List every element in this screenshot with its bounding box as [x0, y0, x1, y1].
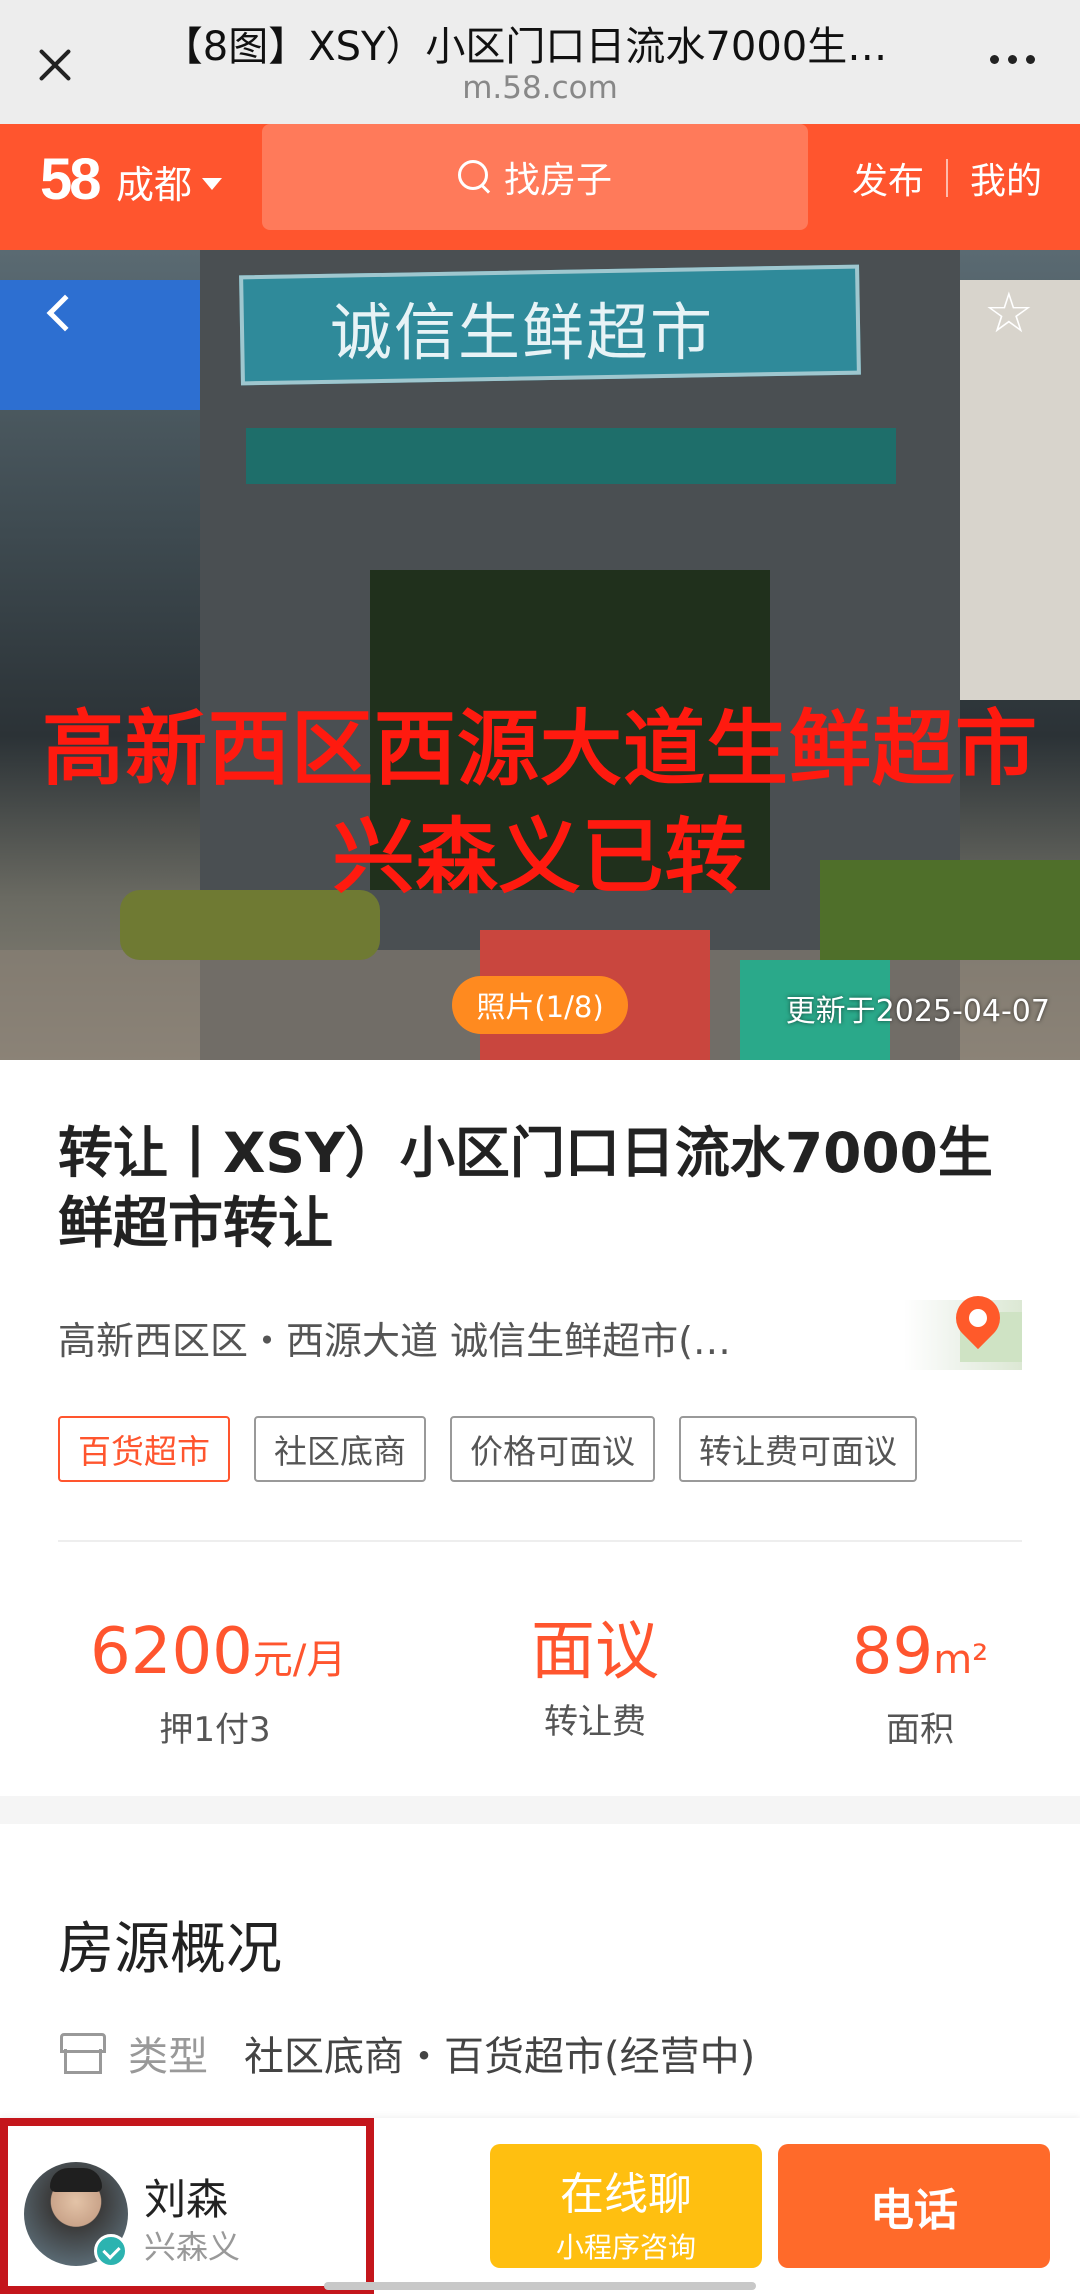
- tag-list: 百货超市 社区底商 价格可面议 转让费可面议: [58, 1416, 917, 1482]
- page-domain: m.58.com: [462, 70, 618, 106]
- tag-item: 社区底商: [254, 1416, 426, 1482]
- city-label: 成都: [116, 163, 193, 207]
- publish-link[interactable]: 发布: [852, 152, 924, 204]
- area-unit: m²: [933, 1637, 989, 1683]
- nav-divider: [945, 159, 948, 197]
- chat-button-label: 在线聊: [560, 2169, 692, 2220]
- agent-name: 刘森: [144, 2175, 229, 2224]
- divider: [58, 1540, 1022, 1542]
- city-selector[interactable]: 成都: [116, 154, 223, 209]
- section-title: 房源概况: [58, 1917, 282, 1982]
- type-key: 类型: [128, 2034, 208, 2080]
- search-icon: [457, 160, 492, 194]
- rent-value: 6200: [90, 1615, 253, 1689]
- tag-item: 转让费可面议: [679, 1416, 917, 1482]
- chat-button-sublabel: 小程序咨询: [555, 2231, 696, 2264]
- search-box[interactable]: 找房子: [262, 124, 808, 230]
- favorite-star-icon[interactable]: ☆: [984, 286, 1034, 342]
- overview-section: 房源概况 类型 社区底商・百货超市(经营中): [0, 1824, 1080, 2124]
- listing-title: 转让丨XSY）小区门口日流水7000生鲜超市转让: [58, 1121, 993, 1255]
- home-indicator: [324, 2282, 756, 2290]
- listing-info-card: 转让丨XSY）小区门口日流水7000生鲜超市转让 高新西区区・西源大道 诚信生鲜…: [0, 1060, 1080, 1796]
- map-thumbnail[interactable]: [904, 1286, 1022, 1370]
- browser-title-bar: 【8图】XSY）小区门口日流水7000生… m.58.com: [0, 0, 1080, 124]
- rent-unit: 元/月: [252, 1637, 347, 1683]
- search-placeholder: 找房子: [503, 160, 612, 201]
- photo-overlay-line1: 高新西区西源大道生鲜超市: [41, 702, 1038, 797]
- agent-company: 兴森义: [144, 2228, 241, 2266]
- nav-links: 发布 我的: [852, 152, 1042, 204]
- area-label: 面积: [886, 1710, 954, 1750]
- listing-address[interactable]: 高新西区区・西源大道 诚信生鲜超市(…: [58, 1310, 878, 1365]
- area-stat: 89m² 面积: [800, 1612, 1040, 1751]
- transfer-fee-label: 转让费: [544, 1702, 646, 1742]
- area-value: 89: [851, 1615, 934, 1689]
- rent-label: 押1付3: [159, 1710, 271, 1750]
- site-logo[interactable]: 58: [40, 146, 101, 213]
- site-nav: 58 成都 找房子 发布 我的: [0, 124, 1080, 250]
- type-row: 类型 社区底商・百货超市(经营中): [58, 2024, 755, 2082]
- key-stats: 6200元/月 押1付3 面议 转让费 89m² 面积: [0, 1612, 1080, 1752]
- photo-counter-badge[interactable]: 照片(1/8): [452, 976, 628, 1034]
- bottom-action-bar: 刘森 兴森义 在线聊 小程序咨询 电话: [0, 2118, 1080, 2294]
- transfer-fee-stat: 面议 转让费: [460, 1612, 730, 1743]
- more-options-icon[interactable]: [990, 44, 1050, 74]
- rent-stat: 6200元/月 押1付3: [90, 1612, 346, 1751]
- transfer-fee-value: 面议: [531, 1615, 659, 1689]
- photo-awning: [246, 428, 896, 484]
- tag-item: 价格可面议: [450, 1416, 655, 1482]
- photo-left-banner: [0, 280, 200, 410]
- page-title: 【8图】XSY）小区门口日流水7000生…: [162, 24, 888, 70]
- update-date: 更新于2025-04-07: [785, 994, 1050, 1029]
- agent-card[interactable]: 刘森 兴森义: [0, 2118, 374, 2294]
- call-button[interactable]: 电话: [778, 2144, 1050, 2268]
- photo-overlay-line2: 兴森义已转: [332, 810, 748, 905]
- online-chat-button[interactable]: 在线聊 小程序咨询: [490, 2144, 762, 2268]
- type-value: 社区底商・百货超市(经营中): [244, 2034, 756, 2080]
- tag-category: 百货超市: [58, 1416, 230, 1482]
- verified-badge-icon: [94, 2234, 128, 2268]
- chevron-down-icon: [202, 177, 223, 190]
- shop-icon: [58, 2031, 106, 2075]
- listing-photo[interactable]: 诚信生鲜超市 高新西区西源大道生鲜超市 兴森义已转 ☆ 照片(1/8) 更新于2…: [0, 250, 1080, 1060]
- photo-shop-sign-text: 诚信生鲜超市: [330, 296, 715, 369]
- mine-link[interactable]: 我的: [970, 152, 1042, 204]
